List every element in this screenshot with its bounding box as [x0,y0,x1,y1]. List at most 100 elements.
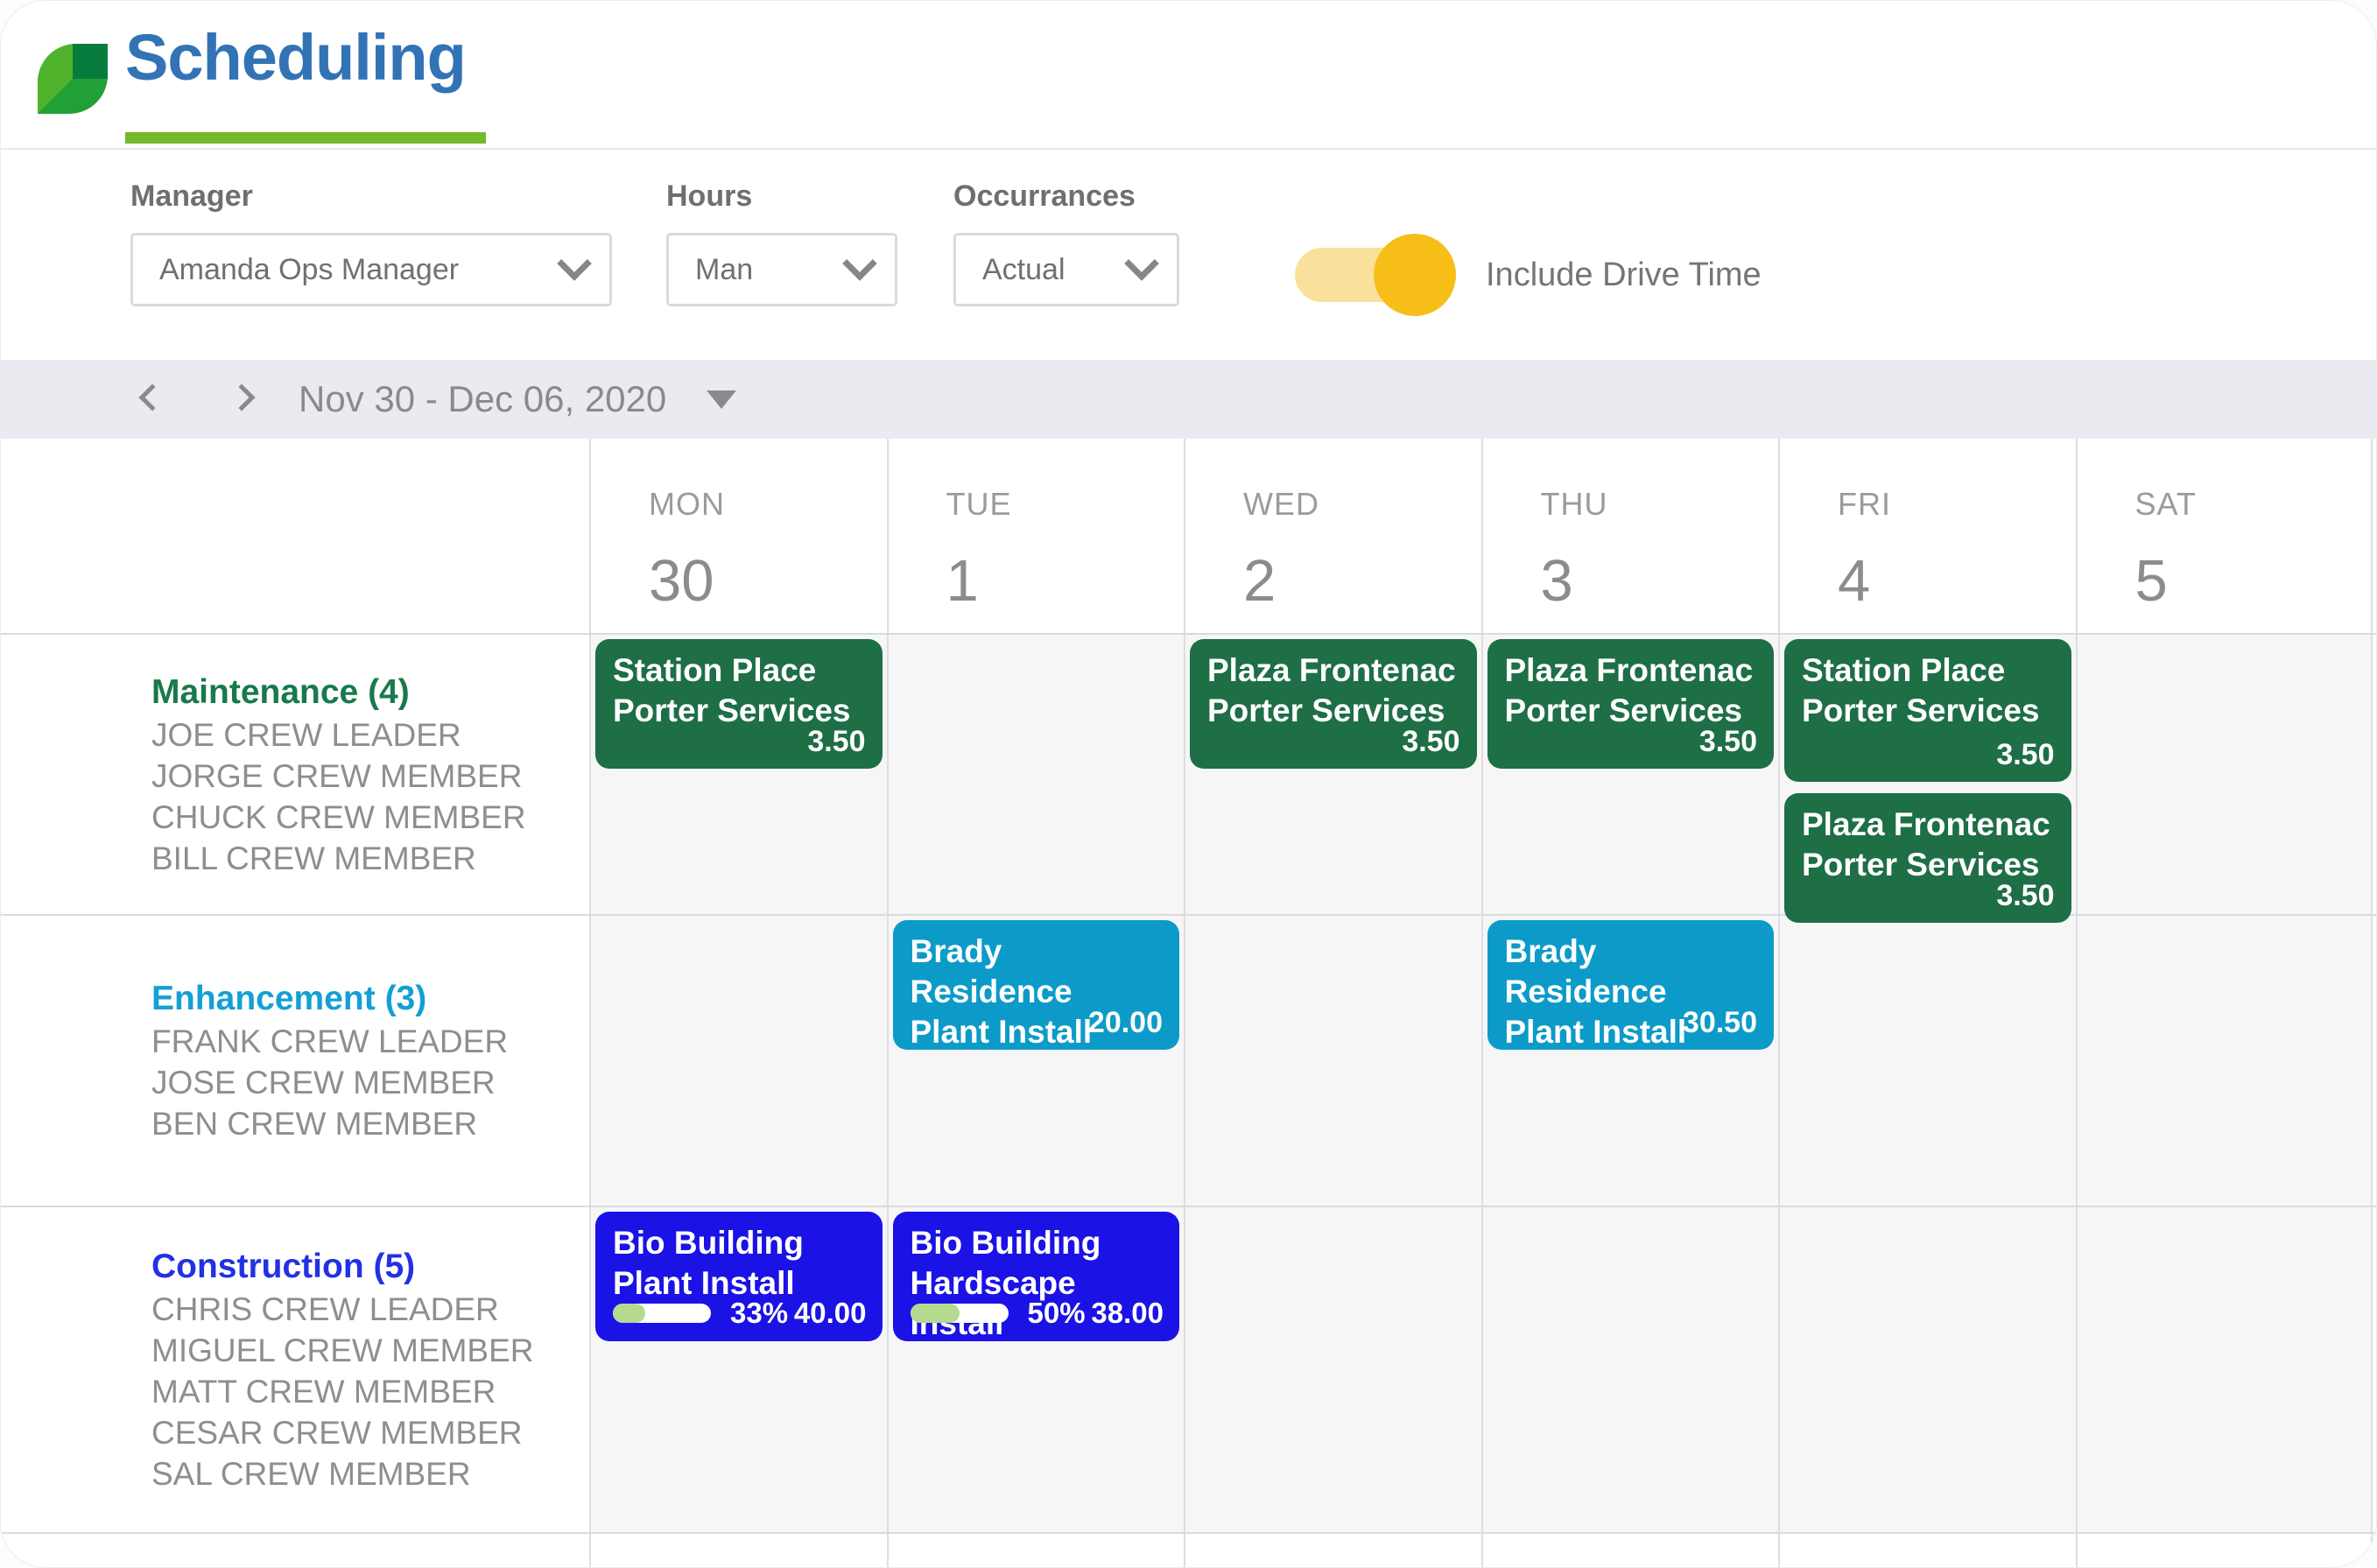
day-header-wed: WED 2 [1184,439,1481,633]
event-title-line: Plaza Frontenac [1802,805,2054,845]
crew-member: BEN CREW MEMBER [151,1103,554,1144]
event-stack: Bio BuildingPlant Install33%40.00 [591,1207,887,1346]
calendar-cell[interactable] [589,1534,887,1567]
filter-bar: Manager Amanda Ops Manager Hours Man Occ… [1,150,2376,360]
hours-select[interactable]: Man [666,233,897,306]
calendar-cell[interactable]: Plaza FrontenacPorter Services3.50 [1184,635,1481,914]
chevron-left-icon [138,383,165,411]
day-header-sat: SAT 5 [2076,439,2373,633]
calendar-cell[interactable] [887,1534,1185,1567]
event-title-line: Bio Building [911,1223,1163,1263]
crew-row: Maintenance (4)JOE CREW LEADERJORGE CREW… [1,633,2376,914]
calendar-cell[interactable]: Bio BuildingHardscape Install50%38.00 [887,1207,1185,1532]
date-picker-caret-icon[interactable] [707,390,736,409]
event-card[interactable]: Bio BuildingHardscape Install50%38.00 [893,1212,1180,1341]
crew-member: CHRIS CREW LEADER [151,1289,554,1330]
day-header-fri: FRI 4 [1778,439,2076,633]
crew-cell-empty [1,1534,589,1567]
event-stack: Bio BuildingHardscape Install50%38.00 [889,1207,1185,1346]
calendar-cell[interactable] [1184,1207,1481,1532]
event-stack: Brady ResidencePlant Install30.50 [1483,916,1779,1054]
crew-member: FRANK CREW LEADER [151,1021,554,1062]
crew-row: Construction (5)CHRIS CREW LEADERMIGUEL … [1,1206,2376,1532]
event-card[interactable]: Station PlacePorter Services3.50 [1784,639,2071,782]
day-header-tue: TUE 1 [887,439,1185,633]
occurrences-label: Occurrances [953,179,1179,214]
calendar-cell[interactable]: Bio BuildingPlant Install33%40.00 [589,1207,887,1532]
day-header-mon: MON 30 [589,439,887,633]
hours-filter: Hours Man [666,179,897,306]
calendar-cell[interactable] [2076,1207,2373,1532]
event-hours: 3.50 [1402,725,1459,759]
event-card[interactable]: Plaza FrontenacPorter Services3.50 [1487,639,1775,769]
calendar-cell[interactable] [1481,1207,1779,1532]
crew-member: JORGE CREW MEMBER [151,756,554,797]
hours-select-value: Man [695,253,753,287]
calendar-cell[interactable] [2076,916,2373,1206]
occurrences-filter: Occurrances Actual [953,179,1179,306]
progress-percent: 50% [1028,1297,1086,1330]
event-title-line: Station Place [613,650,865,691]
calendar-cell[interactable]: Brady ResidencePlant Install30.50 [1481,916,1779,1206]
calendar-cell[interactable]: Plaza FrontenacPorter Services3.50 [1481,635,1779,914]
crew-member: SAL CREW MEMBER [151,1453,554,1494]
include-drive-time-toggle[interactable] [1295,248,1451,302]
date-range-label[interactable]: Nov 30 - Dec 06, 2020 [299,378,666,420]
calendar-cell[interactable] [1184,916,1481,1206]
day-header-row: MON 30 TUE 1 WED 2 THU 3 FRI 4 SAT 5 [1,439,2376,633]
event-card[interactable]: Brady ResidencePlant Install30.50 [1487,920,1775,1050]
event-hours: 30.50 [1683,1006,1757,1040]
crew-title: Enhancement (3) [151,977,554,1021]
previous-week-button[interactable] [132,379,172,419]
event-card[interactable]: Plaza FrontenacPorter Services3.50 [1784,793,2071,923]
hours-label: Hours [666,179,897,214]
event-hours: 3.50 [1996,738,2054,772]
event-progress-row: 33%40.00 [613,1297,867,1330]
crew-member: MATT CREW MEMBER [151,1371,554,1412]
calendar-cell[interactable] [2076,1534,2373,1567]
chevron-down-icon [842,246,877,281]
calendar-cell[interactable]: Station PlacePorter Services3.50 [589,635,887,914]
event-stack: Station PlacePorter Services3.50 [591,635,887,773]
calendar-cell[interactable] [1184,1534,1481,1567]
next-week-button[interactable] [222,379,262,419]
event-hours: 3.50 [1996,879,2054,913]
event-title-line: Plaza Frontenac [1207,650,1459,691]
calendar-cell[interactable] [1778,1534,2076,1567]
calendar-cell[interactable]: Station PlacePorter Services3.50Plaza Fr… [1778,635,2076,914]
calendar-cell[interactable] [2076,635,2373,914]
event-hours: 3.50 [807,725,865,759]
top-bar: Scheduling [1,1,2376,150]
crew-member: CHUCK CREW MEMBER [151,797,554,838]
day-header-thu: THU 3 [1481,439,1779,633]
leaf-logo-icon [38,43,108,115]
calendar-cell[interactable]: Brady ResidencePlant Install20.00 [887,916,1185,1206]
progress-bar-fill [613,1304,645,1323]
grid-corner-cell [1,439,589,633]
event-hours: 3.50 [1699,725,1757,759]
crew-row: Enhancement (3)FRANK CREW LEADERJOSE CRE… [1,914,2376,1206]
occurrences-select[interactable]: Actual [953,233,1179,306]
calendar-cell[interactable] [1778,1207,2076,1532]
date-navigation-bar: Nov 30 - Dec 06, 2020 [1,360,2376,439]
manager-select[interactable]: Amanda Ops Manager [130,233,612,306]
calendar-cell[interactable] [1481,1534,1779,1567]
manager-label: Manager [130,179,612,214]
event-card[interactable]: Station PlacePorter Services3.50 [595,639,883,769]
event-progress-row: 50%38.00 [911,1297,1164,1330]
calendar-cell[interactable] [1778,916,2076,1206]
event-card[interactable]: Bio BuildingPlant Install33%40.00 [595,1212,883,1341]
calendar-cell[interactable] [887,635,1185,914]
event-hours: 38.00 [1091,1297,1164,1330]
crew-info-cell: Construction (5)CHRIS CREW LEADERMIGUEL … [1,1207,589,1532]
event-title-line: Porter Services [1802,691,2054,731]
title-underline [125,132,486,144]
manager-select-value: Amanda Ops Manager [159,253,459,287]
calendar-cell[interactable] [589,916,887,1206]
event-card[interactable]: Plaza FrontenacPorter Services3.50 [1190,639,1477,769]
crew-member: BILL CREW MEMBER [151,838,554,879]
chevron-right-icon [228,383,255,411]
crew-member: MIGUEL CREW MEMBER [151,1330,554,1371]
crew-info-cell: Enhancement (3)FRANK CREW LEADERJOSE CRE… [1,916,589,1206]
event-card[interactable]: Brady ResidencePlant Install20.00 [893,920,1180,1050]
